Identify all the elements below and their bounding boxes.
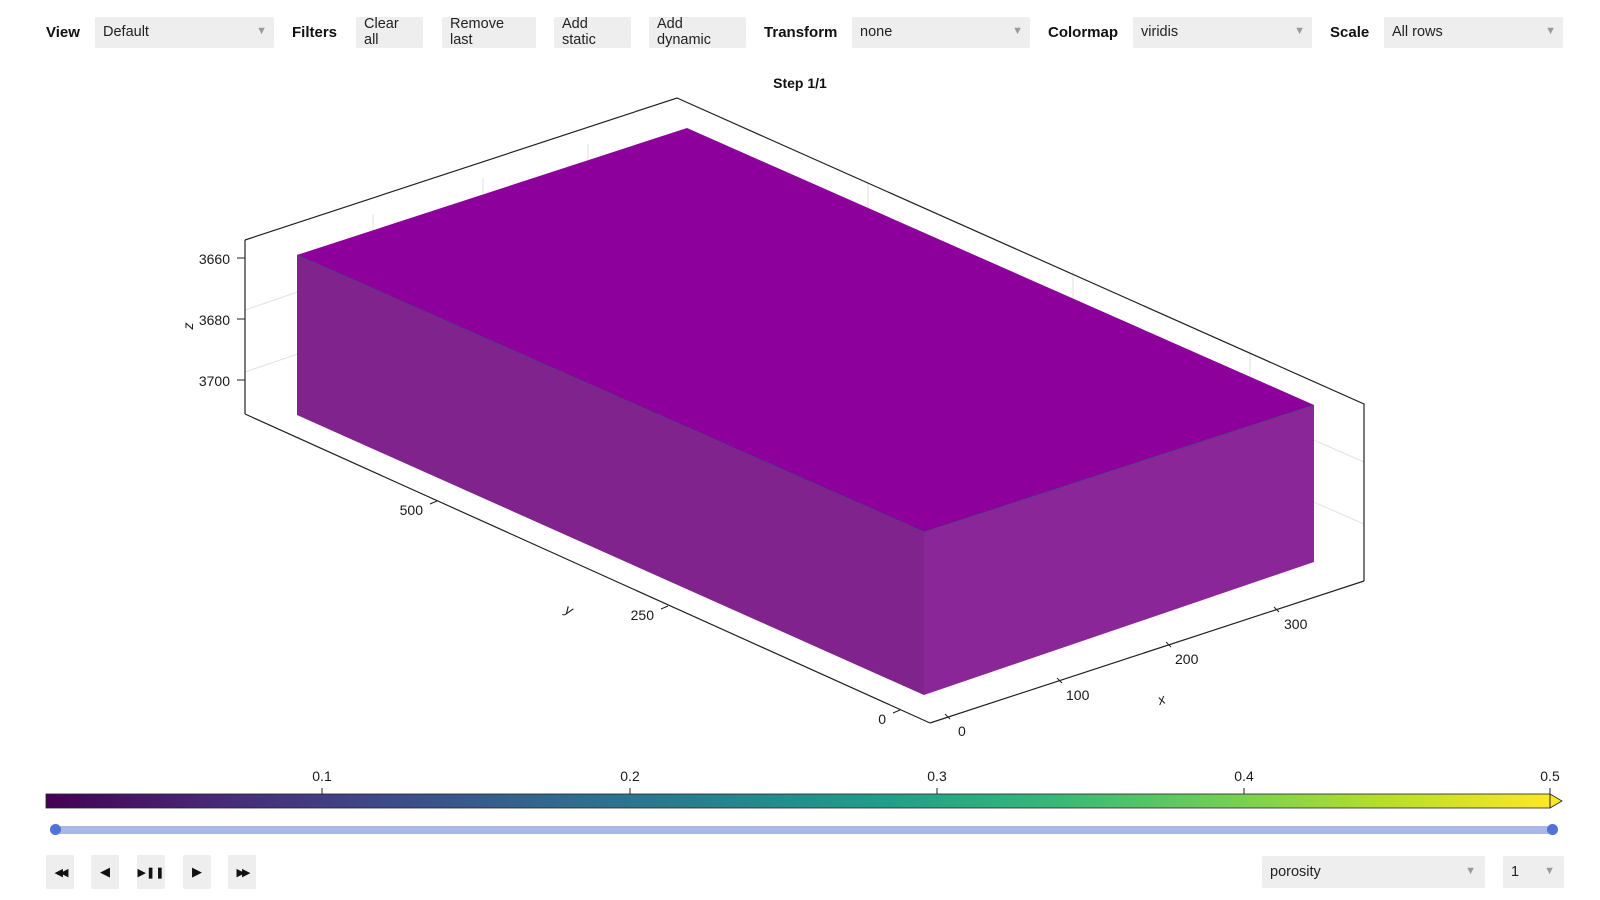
z-axis: 3660 3680 3700 z (180, 251, 245, 389)
chevron-down-icon: ▼ (1544, 865, 1555, 877)
colorbar-gradient (46, 794, 1550, 808)
z-tick-label: 3660 (199, 251, 230, 267)
rewind-button[interactable]: ◀◀ (46, 855, 74, 889)
z-tick-label: 3700 (199, 373, 230, 389)
colorbar-tick-label: 0.3 (927, 768, 947, 784)
play-pause-button[interactable]: ▶❚❚ (137, 855, 165, 889)
y-axis-label: y (562, 600, 577, 618)
rewind-icon: ◀◀ (54, 866, 69, 879)
volume-plot[interactable]: 3660 3680 3700 z 500 250 0 y 0 100 200 3… (0, 0, 1600, 900)
play-button[interactable]: ▶ (183, 855, 211, 889)
y-tick-label: 250 (631, 607, 655, 623)
colorbar-tick-label: 0.1 (312, 768, 332, 784)
slider-start-handle[interactable] (50, 824, 61, 835)
x-tick-label: 0 (958, 723, 966, 739)
slider-end-handle[interactable] (1547, 824, 1558, 835)
fast-forward-icon: ▶▶ (236, 866, 251, 879)
x-tick-label: 100 (1066, 687, 1090, 703)
x-tick-label: 300 (1284, 616, 1308, 632)
property-select-value: porosity (1270, 864, 1321, 880)
colorbar (45, 788, 1563, 809)
time-range-slider[interactable] (50, 826, 1558, 834)
chevron-down-icon: ▼ (1465, 865, 1476, 877)
colorbar-tick-label: 0.5 (1540, 768, 1560, 784)
property-select[interactable]: porosity ▼ (1262, 856, 1485, 888)
play-pause-icon: ▶❚❚ (137, 866, 165, 879)
colorbar-extend-arrow (1549, 793, 1563, 809)
step-back-icon: ◀ (100, 864, 110, 879)
fast-forward-button[interactable]: ▶▶ (228, 855, 256, 889)
x-tick-label: 200 (1175, 651, 1199, 667)
z-axis-label: z (180, 323, 196, 331)
x-axis-label: x (1155, 690, 1169, 708)
z-tick-label: 3680 (199, 312, 230, 328)
colorbar-tick-label: 0.2 (620, 768, 640, 784)
y-tick-label: 500 (400, 502, 424, 518)
step-select[interactable]: 1 ▼ (1503, 856, 1564, 888)
step-select-value: 1 (1511, 864, 1520, 880)
colorbar-tick-label: 0.4 (1234, 768, 1254, 784)
step-back-button[interactable]: ◀ (91, 855, 119, 889)
y-tick-label: 0 (878, 711, 886, 727)
play-icon: ▶ (192, 864, 202, 879)
